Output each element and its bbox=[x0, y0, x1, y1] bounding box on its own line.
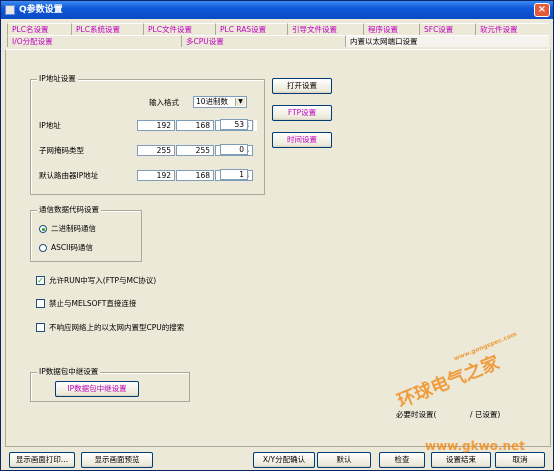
tab-multi-cpu[interactable]: 多CPU设置 bbox=[181, 35, 345, 47]
ip-octet-4[interactable]: 53 bbox=[220, 119, 248, 130]
tab-boot-file[interactable]: 引导文件设置 bbox=[287, 23, 363, 35]
ip-group-title: IP地址设置 bbox=[37, 74, 78, 84]
tab-sfc[interactable]: SFC设置 bbox=[419, 23, 475, 35]
open-settings-button[interactable]: 打开设置 bbox=[272, 78, 332, 94]
no-search-checkbox[interactable] bbox=[36, 323, 45, 332]
comm-code-group: 通信数据代码设置 二进制码通信 ASCII码通信 bbox=[30, 205, 142, 262]
cancel-button[interactable]: 取消 bbox=[495, 452, 545, 468]
app-icon bbox=[5, 5, 15, 15]
relay-group-title: IP数据包中继设置 bbox=[37, 367, 101, 377]
xy-confirm-button[interactable]: X/Y分配确认 bbox=[253, 452, 315, 468]
title-bar: Q参数设置 × bbox=[1, 1, 553, 19]
close-icon[interactable]: × bbox=[534, 3, 550, 17]
gateway-octet-4[interactable]: 1 bbox=[220, 169, 248, 180]
mask-octet-4[interactable]: 0 bbox=[220, 144, 248, 155]
ip-octet-2[interactable]: 168 bbox=[176, 120, 214, 131]
ip-octet-1[interactable]: 192 bbox=[137, 120, 175, 131]
ascii-label: ASCII码通信 bbox=[51, 243, 94, 252]
mask-octet-2[interactable]: 255 bbox=[176, 145, 214, 156]
input-format-label: 输入格式 bbox=[149, 98, 179, 107]
no-melsoft-label: 禁止与MELSOFT直接连接 bbox=[49, 299, 137, 308]
preview-screen-button[interactable]: 显示画面预览 bbox=[81, 452, 153, 468]
tab-strip: PLC名设置 PLC系统设置 PLC文件设置 PLC RAS设置 引导文件设置 … bbox=[5, 23, 551, 49]
tab-plc-name[interactable]: PLC名设置 bbox=[7, 23, 71, 35]
parameter-dialog: Q参数设置 × PLC名设置 PLC系统设置 PLC文件设置 PLC RAS设置… bbox=[0, 0, 554, 471]
tab-program[interactable]: 程序设置 bbox=[363, 23, 419, 35]
tab-device[interactable]: 软元件设置 bbox=[475, 23, 549, 35]
watermark-url: www.gkwo.net bbox=[425, 439, 525, 453]
gateway-octet-1[interactable]: 192 bbox=[137, 170, 175, 181]
gateway-octet-2[interactable]: 168 bbox=[176, 170, 214, 181]
end-settings-button[interactable]: 设置结束 bbox=[431, 452, 491, 468]
default-button[interactable]: 默认 bbox=[317, 452, 371, 468]
gateway-label: 默认路由器IP地址 bbox=[39, 171, 99, 180]
time-settings-button[interactable]: 时间设置 bbox=[272, 132, 332, 148]
no-melsoft-checkbox[interactable] bbox=[36, 299, 45, 308]
mask-octet-1[interactable]: 255 bbox=[137, 145, 175, 156]
comm-group-title: 通信数据代码设置 bbox=[37, 205, 101, 215]
tab-io-assignment[interactable]: I/O分配设置 bbox=[7, 35, 181, 47]
tab-panel: IP地址设置 输入格式 10进制数 ▼ IP地址 192 168 53 子网掩码… bbox=[5, 49, 551, 447]
allow-run-write-label: 允许RUN中写入(FTP与MC协议) bbox=[49, 276, 157, 285]
relay-settings-button[interactable]: IP数据包中继设置 bbox=[55, 381, 139, 397]
window-title: Q参数设置 bbox=[19, 5, 63, 15]
chevron-down-icon: ▼ bbox=[235, 98, 245, 106]
binary-radio[interactable] bbox=[39, 225, 47, 233]
no-search-label: 不响应网络上的以太网内置型CPU的搜索 bbox=[49, 323, 185, 332]
allow-run-write-checkbox[interactable]: ✓ bbox=[36, 276, 45, 285]
input-format-value: 10进制数 bbox=[196, 97, 229, 106]
binary-label: 二进制码通信 bbox=[51, 224, 96, 233]
tab-plc-system[interactable]: PLC系统设置 bbox=[71, 23, 143, 35]
ftp-settings-button[interactable]: FTP设置 bbox=[272, 105, 332, 121]
required-setting-note-mid: / 已设置) bbox=[470, 410, 501, 419]
spacer bbox=[254, 120, 257, 131]
ip-address-label: IP地址 bbox=[39, 121, 61, 130]
check-button[interactable]: 检查 bbox=[379, 452, 425, 468]
print-screen-button[interactable]: 显示画面打印... bbox=[9, 452, 75, 468]
ascii-radio[interactable] bbox=[39, 244, 47, 252]
tab-plc-file[interactable]: PLC文件设置 bbox=[143, 23, 215, 35]
input-format-select[interactable]: 10进制数 ▼ bbox=[193, 96, 247, 108]
relay-group: IP数据包中继设置 IP数据包中继设置 bbox=[30, 367, 190, 402]
subnet-mask-label: 子网掩码类型 bbox=[39, 146, 84, 155]
tab-plc-ras[interactable]: PLC RAS设置 bbox=[215, 23, 287, 35]
tab-builtin-ethernet[interactable]: 内置以太网端口设置 bbox=[345, 35, 549, 47]
